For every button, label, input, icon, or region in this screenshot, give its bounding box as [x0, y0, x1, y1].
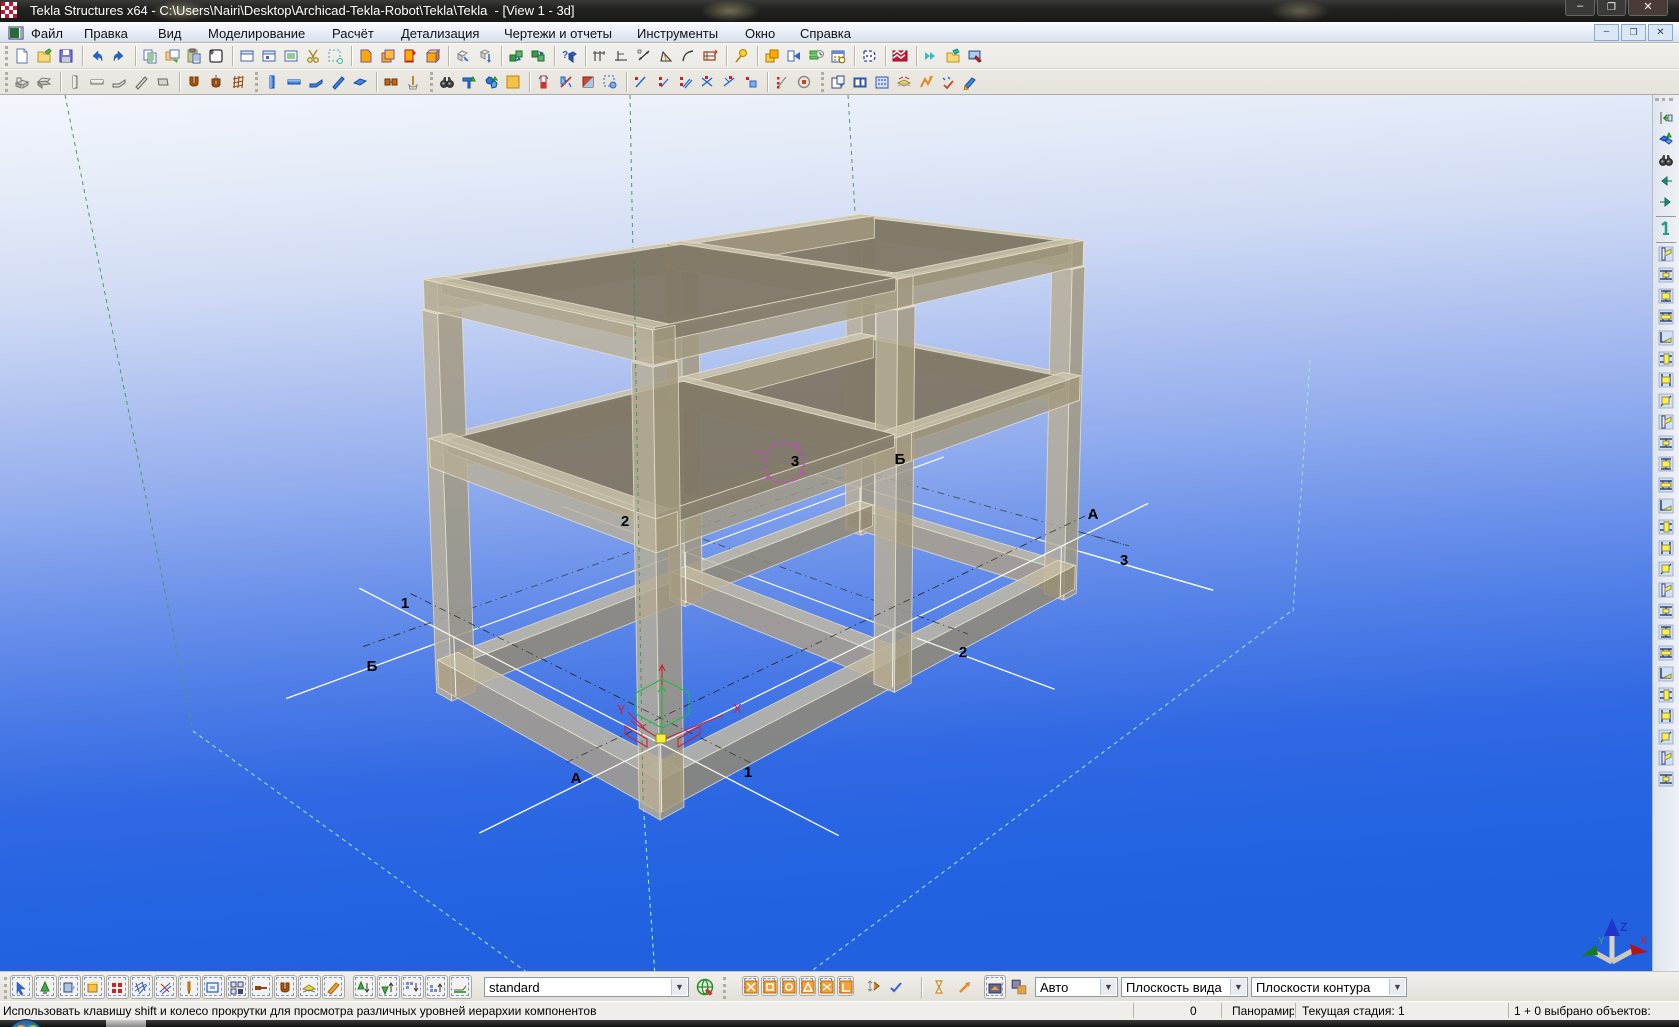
svg-text:Y: Y: [617, 702, 626, 717]
svg-text:Z: Z: [1620, 920, 1627, 934]
svg-text:3: 3: [1120, 552, 1128, 569]
svg-text:X: X: [1640, 935, 1648, 947]
svg-text:?: ?: [562, 50, 568, 61]
svg-text:А: А: [1088, 506, 1099, 523]
svg-text:2: 2: [959, 644, 967, 661]
svg-text:1: 1: [401, 595, 409, 612]
svg-text:Б: Б: [367, 658, 378, 675]
svg-text:Y: Y: [1598, 936, 1605, 947]
svg-text:1: 1: [744, 764, 752, 781]
svg-text:X: X: [733, 701, 742, 716]
svg-text:А: А: [571, 770, 582, 787]
svg-text:2: 2: [621, 513, 629, 530]
svg-text:Б: Б: [895, 451, 906, 468]
svg-text:3: 3: [791, 453, 799, 470]
